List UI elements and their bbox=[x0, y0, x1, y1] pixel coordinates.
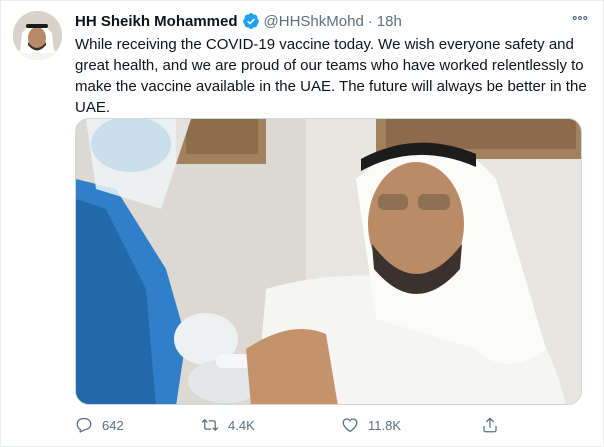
retweet-count: 4.4K bbox=[228, 417, 255, 433]
tweet-card[interactable]: HH Sheikh Mohammed @HHShkMohd · 18h Whil… bbox=[0, 0, 604, 447]
heart-icon bbox=[342, 418, 358, 433]
like-button[interactable]: 11.8K bbox=[341, 416, 401, 434]
header-separator: · bbox=[367, 12, 373, 30]
reply-count: 642 bbox=[102, 417, 124, 433]
reply-button[interactable]: 642 bbox=[75, 416, 124, 434]
more-options-button[interactable] bbox=[569, 7, 591, 29]
more-dots-icon bbox=[572, 15, 588, 21]
avatar-image bbox=[13, 11, 62, 60]
tweet-timestamp[interactable]: 18h bbox=[377, 13, 402, 30]
author-display-name[interactable]: HH Sheikh Mohammed bbox=[75, 13, 238, 30]
retweet-button[interactable]: 4.4K bbox=[201, 416, 255, 434]
retweet-icon bbox=[201, 419, 219, 431]
tweet-actions: 642 4.4K 11.8K bbox=[75, 412, 505, 438]
tweet-media-photo[interactable] bbox=[75, 118, 582, 405]
share-icon bbox=[483, 417, 497, 433]
tweet-text: While receiving the COVID-19 vaccine tod… bbox=[75, 36, 587, 116]
tweet-header: HH Sheikh Mohammed @HHShkMohd · 18h bbox=[75, 11, 591, 31]
author-avatar[interactable] bbox=[13, 11, 62, 60]
vaccination-photo bbox=[76, 119, 581, 404]
like-count: 11.8K bbox=[368, 417, 402, 433]
share-button[interactable] bbox=[481, 416, 499, 434]
verified-badge-icon bbox=[242, 12, 260, 30]
author-handle[interactable]: @HHShkMohd bbox=[264, 13, 364, 30]
reply-icon bbox=[76, 417, 92, 433]
